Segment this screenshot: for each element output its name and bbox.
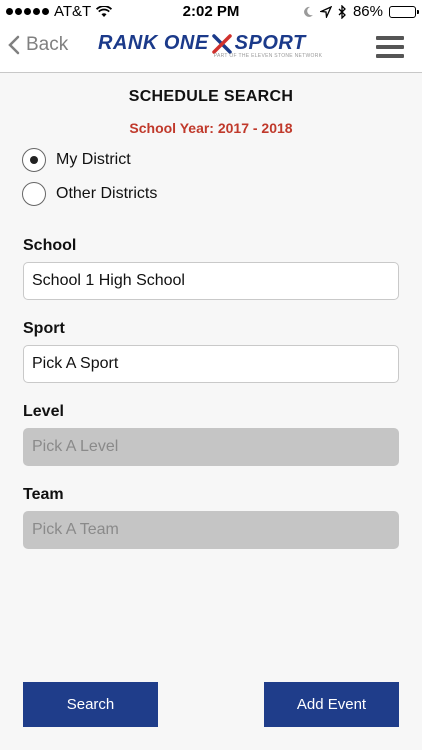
team-label: Team bbox=[23, 486, 64, 503]
search-button[interactable]: Search bbox=[23, 682, 158, 727]
moon-icon bbox=[304, 6, 313, 17]
sport-label: Sport bbox=[23, 320, 65, 337]
school-year-label: School Year: 2017 - 2018 bbox=[129, 120, 293, 136]
team-placeholder: Pick A Team bbox=[32, 521, 119, 538]
radio-button-unselected[interactable] bbox=[22, 182, 46, 206]
school-select[interactable]: School 1 High School bbox=[23, 262, 399, 300]
level-select: Pick A Level bbox=[23, 428, 399, 466]
hamburger-menu-icon[interactable] bbox=[376, 36, 404, 58]
radio-other-districts-label: Other Districts bbox=[56, 185, 158, 202]
chevron-left-icon bbox=[8, 35, 20, 55]
logo-text-right: SPORT bbox=[234, 32, 306, 54]
logo-wordmark: RANK ONE SPORT bbox=[98, 32, 328, 55]
screen: AT&T 2:02 PM 86% Back RANK ONE SPORT PAR… bbox=[0, 0, 422, 750]
nav-bar: Back RANK ONE SPORT PART OF THE ELEVEN S… bbox=[0, 24, 422, 73]
battery-icon bbox=[389, 5, 419, 18]
location-arrow-icon bbox=[319, 5, 332, 18]
logo-tagline: PART OF THE ELEVEN STONE NETWORK bbox=[213, 53, 323, 59]
bluetooth-icon bbox=[338, 4, 346, 19]
radio-selected-dot bbox=[30, 156, 38, 164]
sport-value: Pick A Sport bbox=[32, 355, 119, 372]
level-placeholder: Pick A Level bbox=[32, 438, 119, 455]
logo-text-left: RANK ONE bbox=[98, 32, 209, 54]
rank-one-sport-logo: RANK ONE SPORT PART OF THE ELEVEN STONE … bbox=[98, 32, 328, 64]
back-label: Back bbox=[26, 34, 69, 55]
radio-my-district-label: My District bbox=[56, 151, 131, 168]
team-select: Pick A Team bbox=[23, 511, 399, 549]
radio-button-selected[interactable] bbox=[22, 148, 46, 172]
school-value: School 1 High School bbox=[32, 272, 185, 289]
battery-percent: 86% bbox=[352, 3, 383, 20]
back-button[interactable]: Back bbox=[8, 34, 68, 56]
crossed-sticks-icon bbox=[211, 33, 232, 54]
school-label: School bbox=[23, 237, 77, 254]
radio-my-district[interactable]: My District bbox=[22, 148, 131, 172]
page-title: SCHEDULE SEARCH bbox=[128, 88, 294, 105]
level-label: Level bbox=[23, 403, 64, 420]
sport-select[interactable]: Pick A Sport bbox=[23, 345, 399, 383]
radio-other-districts[interactable]: Other Districts bbox=[22, 182, 157, 206]
add-event-button[interactable]: Add Event bbox=[264, 682, 399, 727]
status-right: 86% bbox=[302, 3, 419, 20]
status-bar: AT&T 2:02 PM 86% bbox=[0, 0, 422, 24]
